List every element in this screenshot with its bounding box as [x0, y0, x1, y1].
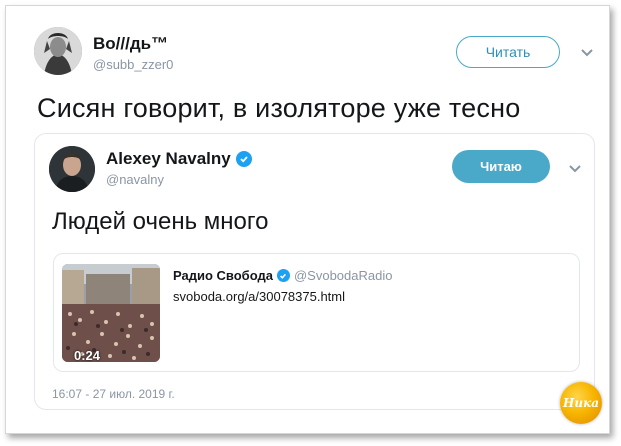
- quoted-tweet-text: Людей очень много: [52, 208, 269, 235]
- quoted-author-name[interactable]: Alexey Navalny: [106, 149, 231, 169]
- author-name[interactable]: Во///дь™: [93, 34, 168, 54]
- chevron-down-icon[interactable]: [580, 48, 594, 58]
- watermark-logo: Ника: [560, 382, 602, 424]
- quoted-author-name-row[interactable]: Alexey Navalny: [106, 149, 252, 169]
- card-url[interactable]: svoboda.org/a/30078375.html: [173, 289, 345, 304]
- quoted-author-handle[interactable]: @navalny: [106, 172, 164, 187]
- quoted-tweet[interactable]: Alexey Navalny @navalny Читаю Людей очен…: [34, 133, 595, 410]
- card-source-name[interactable]: Радио Свобода: [173, 268, 273, 283]
- author-avatar[interactable]: [34, 27, 82, 75]
- card-source-handle[interactable]: @SvobodaRadio: [294, 268, 392, 283]
- verified-badge-icon: [235, 151, 252, 167]
- following-button[interactable]: Читаю: [452, 150, 550, 183]
- video-thumbnail[interactable]: 0:24: [62, 264, 160, 362]
- video-duration: 0:24: [74, 348, 101, 362]
- card-source-row[interactable]: Радио Свобода @SvobodaRadio: [173, 268, 392, 283]
- follow-button[interactable]: Читать: [456, 36, 560, 68]
- author-handle[interactable]: @subb_zzer0: [93, 57, 173, 72]
- watermark-text: Ника: [563, 396, 599, 410]
- card-verified-badge-icon: [276, 269, 290, 282]
- quoted-timestamp[interactable]: 16:07 - 27 июл. 2019 г.: [52, 387, 175, 401]
- tweet-text: Сисян говорит, в изоляторе уже тесно: [37, 93, 521, 123]
- quoted-author-avatar[interactable]: [49, 146, 95, 192]
- quoted-chevron-down-icon[interactable]: [568, 164, 582, 174]
- link-card[interactable]: 0:24 Радио Свобода @SvobodaRadio svoboda…: [53, 253, 580, 372]
